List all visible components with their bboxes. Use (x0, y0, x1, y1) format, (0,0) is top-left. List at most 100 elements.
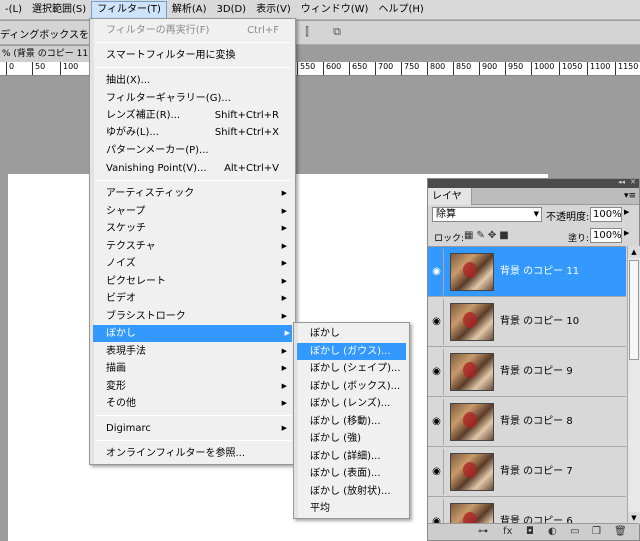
menu-3d[interactable]: 3D(D) (212, 1, 252, 19)
layer-row[interactable]: ◉ 背景 のコピー 11 (428, 247, 626, 297)
blend-mode-select[interactable]: 除算 ▼ (432, 207, 542, 222)
fill-slider-arrow-icon[interactable]: ▶ (624, 229, 629, 237)
menu-item-shortcut: Alt+Ctrl+V (224, 163, 279, 174)
distribute-icon[interactable]: ⧉ (330, 25, 344, 39)
document-tab[interactable]: % (背景 のコピー 11, (0, 46, 90, 62)
menu-item-digimarc[interactable]: Digimarc ▶ (106, 420, 289, 437)
lock-position-icon[interactable]: ✥ (488, 230, 499, 241)
ruler-tick: 650 (349, 62, 367, 75)
visibility-eye-icon[interactable]: ◉ (430, 249, 444, 295)
menu-item-label: ゆがみ(L)... (106, 127, 159, 138)
menu-item-blur[interactable]: ぼかし ▶ (93, 325, 292, 342)
menu-item-sketch[interactable]: スケッチ ▶ (106, 220, 289, 237)
layer-style-icon[interactable]: fx (503, 526, 512, 537)
panel-titlebar[interactable]: ◂◂ ✕ (428, 178, 639, 188)
submenu-item-blur[interactable]: ぼかし (310, 325, 403, 342)
submenu-item-radial-blur[interactable]: ぼかし (放射状)... (310, 483, 403, 500)
opacity-input[interactable]: 100% (590, 207, 622, 222)
menu-item-sharpen[interactable]: シャープ ▶ (106, 203, 289, 220)
menu-layer[interactable]: -(L) (0, 1, 27, 19)
layer-row[interactable]: ◉ 背景 のコピー 8 (428, 397, 626, 447)
menu-view[interactable]: 表示(V) (251, 1, 296, 19)
menu-item-lens-correction[interactable]: レンズ補正(R)... Shift+Ctrl+R (106, 107, 289, 124)
visibility-eye-icon[interactable]: ◉ (430, 449, 444, 495)
menu-item-browse-online-filters[interactable]: オンラインフィルターを参照... (106, 445, 289, 462)
visibility-eye-icon[interactable]: ◉ (430, 499, 444, 524)
menu-item-other[interactable]: その他 ▶ (106, 395, 289, 412)
fill-input[interactable]: 100% (590, 228, 622, 243)
lock-all-icon[interactable]: ■ (499, 230, 511, 241)
menu-item-texture[interactable]: テクスチャ ▶ (106, 238, 289, 255)
close-panel-icon[interactable]: ✕ (630, 178, 636, 186)
menu-item-extract[interactable]: 抽出(X)... (106, 72, 289, 89)
ruler-tick: 750 (401, 62, 419, 75)
visibility-eye-icon[interactable]: ◉ (430, 299, 444, 345)
align-icon[interactable]: ⫿ (300, 25, 314, 39)
scroll-thumb[interactable] (629, 260, 639, 360)
menu-item-pattern-maker[interactable]: パターンメーカー(P)... (106, 142, 289, 159)
opacity-slider-arrow-icon[interactable]: ▶ (624, 208, 629, 216)
menu-item-brush-strokes[interactable]: ブラシストローク ▶ (106, 308, 289, 325)
submenu-arrow-icon: ▶ (281, 382, 287, 390)
menu-item-render[interactable]: 描画 ▶ (106, 360, 289, 377)
submenu-item-box-blur[interactable]: ぼかし (ボックス)... (310, 378, 403, 395)
visibility-eye-icon[interactable]: ◉ (430, 399, 444, 445)
submenu-item-surface-blur[interactable]: ぼかし (表面)... (310, 465, 403, 482)
ruler-tick: 550 (297, 62, 315, 75)
add-mask-icon[interactable]: ◘ (526, 526, 534, 537)
menu-filter[interactable]: フィルター(T) (91, 0, 167, 19)
collapse-icon[interactable]: ◂◂ (618, 178, 625, 186)
layer-row[interactable]: ◉ 背景 のコピー 9 (428, 347, 626, 397)
tab-layers[interactable]: レイヤー (428, 188, 472, 219)
menu-item-label: ビデオ (106, 293, 136, 304)
new-group-icon[interactable]: ▭ (570, 526, 579, 537)
menu-select[interactable]: 選択範囲(S) (27, 1, 91, 19)
link-layers-icon[interactable]: ⊶ (478, 526, 488, 537)
menu-item-repeat-filter[interactable]: フィルターの再実行(F) Ctrl+F (106, 22, 289, 39)
menu-item-smart-filter[interactable]: スマートフィルター用に変換 (106, 47, 289, 64)
adjustment-layer-icon[interactable]: ◐ (548, 526, 557, 537)
submenu-item-smart-blur[interactable]: ぼかし (詳細)... (310, 448, 403, 465)
submenu-item-shape-blur[interactable]: ぼかし (シェイプ)... (310, 360, 403, 377)
layer-row[interactable]: ◉ 背景 のコピー 10 (428, 297, 626, 347)
submenu-item-average[interactable]: 平均 (310, 500, 403, 517)
panel-menu-icon[interactable]: ▾≡ (624, 191, 636, 201)
visibility-eye-icon[interactable]: ◉ (430, 349, 444, 395)
menu-help[interactable]: ヘルプ(H) (373, 1, 428, 19)
submenu-item-motion-blur[interactable]: ぼかし (移動)... (310, 413, 403, 430)
scroll-up-icon[interactable]: ▲ (628, 246, 640, 258)
submenu-item-blur-more[interactable]: ぼかし (強) (310, 430, 403, 447)
submenu-arrow-icon: ▶ (281, 259, 287, 267)
layer-name: 背景 のコピー 8 (500, 416, 573, 427)
submenu-item-gaussian-blur[interactable]: ぼかし (ガウス)... (297, 343, 406, 360)
menu-item-noise[interactable]: ノイズ ▶ (106, 255, 289, 272)
lock-transparent-icon[interactable]: ▦ (464, 230, 476, 241)
layers-scrollbar[interactable]: ▲ ▼ (627, 246, 640, 524)
layer-name: 背景 のコピー 7 (500, 466, 573, 477)
menu-item-filter-gallery[interactable]: フィルターギャラリー(G)... (106, 90, 289, 107)
menubar: -(L) 選択範囲(S) フィルター(T) 解析(A) 3D(D) 表示(V) … (0, 0, 640, 20)
menu-item-video[interactable]: ビデオ ▶ (106, 290, 289, 307)
ruler-tick: 1100 (587, 62, 610, 75)
lock-pixels-icon[interactable]: ✎ (476, 230, 487, 241)
menu-separator (96, 440, 291, 441)
menu-separator (96, 42, 291, 43)
layer-row[interactable]: ◉ 背景 のコピー 6 (428, 497, 626, 524)
submenu-item-lens-blur[interactable]: ぼかし (レンズ)... (310, 395, 403, 412)
menu-item-pixelate[interactable]: ピクセレート ▶ (106, 273, 289, 290)
menu-window[interactable]: ウィンドウ(W) (296, 1, 374, 19)
menu-item-artistic[interactable]: アーティスティック ▶ (106, 185, 289, 202)
menu-item-vanishing-point[interactable]: Vanishing Point(V)... Alt+Ctrl+V (106, 160, 289, 177)
menu-item-label: ノイズ (106, 258, 136, 269)
menu-analysis[interactable]: 解析(A) (167, 1, 212, 19)
menu-item-label: シャープ (106, 206, 146, 217)
new-layer-icon[interactable]: ❐ (592, 526, 601, 537)
layer-row[interactable]: ◉ 背景 のコピー 7 (428, 447, 626, 497)
menu-item-distort[interactable]: 変形 ▶ (106, 378, 289, 395)
menu-item-liquify[interactable]: ゆがみ(L)... Shift+Ctrl+X (106, 124, 289, 141)
menu-item-stylize[interactable]: 表現手法 ▶ (106, 343, 289, 360)
menu-separator (96, 415, 291, 416)
menu-item-shortcut: Shift+Ctrl+X (214, 127, 279, 138)
trash-icon[interactable]: 🗑 (614, 526, 627, 537)
menu-item-shortcut: Ctrl+F (247, 25, 279, 36)
